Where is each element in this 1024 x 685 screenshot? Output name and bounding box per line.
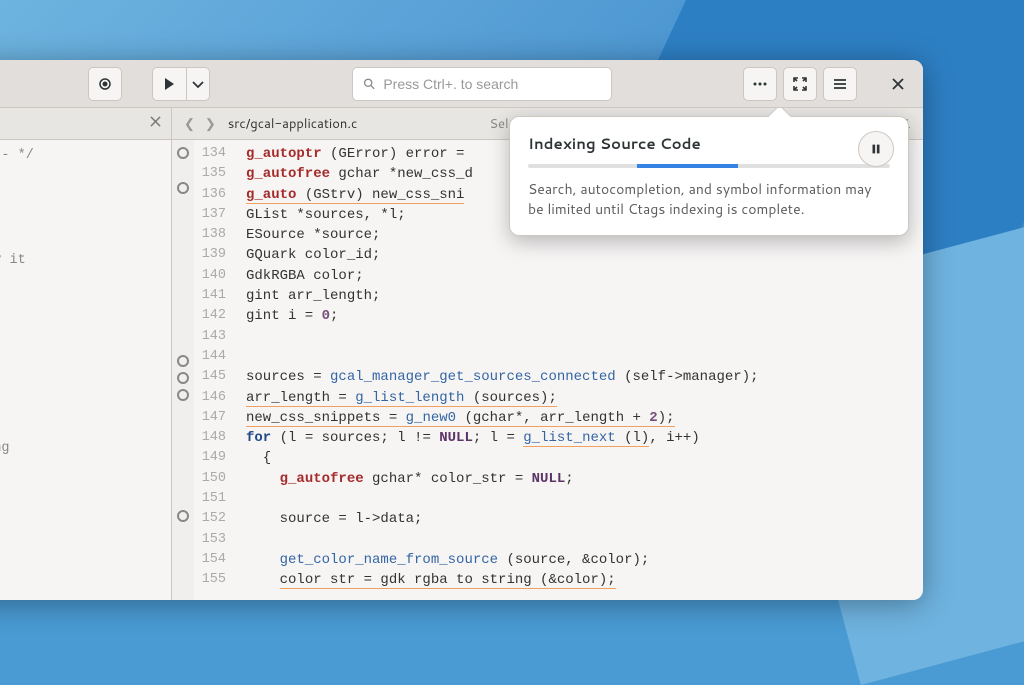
line-number: 155 [194, 570, 226, 590]
code-line[interactable]: source = l->data; [246, 509, 923, 529]
line-number: 138 [194, 225, 226, 245]
close-icon [150, 116, 161, 127]
record-icon [97, 76, 113, 92]
close-tab-button[interactable] [150, 116, 161, 132]
code-line[interactable]: for (l = sources; l != NULL; l = g_list_… [246, 428, 923, 448]
code-line[interactable]: arr_length = g_list_length (sources); [246, 388, 923, 408]
pause-indexing-button[interactable] [858, 131, 894, 167]
breakpoint-marker[interactable] [177, 355, 189, 367]
left-tab-bar: 23:1 ▾ [0, 108, 171, 140]
code-line[interactable] [246, 530, 923, 550]
code-line[interactable]: GdkRGBA color; [246, 266, 923, 286]
file-path-label[interactable]: src/gcal-application.c [228, 115, 358, 133]
line-number: 150 [194, 469, 226, 489]
breakpoint-marker[interactable] [177, 510, 189, 522]
line-number-gutter: 1341351361371381391401411421431441451461… [194, 140, 236, 600]
line-number: 145 [194, 367, 226, 387]
progress-bar [528, 164, 890, 168]
code-line[interactable]: GQuark color_id; [246, 245, 923, 265]
code-line[interactable]: { [246, 448, 923, 468]
line-number: 134 [194, 144, 226, 164]
code-line[interactable]: sources = gcal_manager_get_sources_conne… [246, 367, 923, 387]
breakpoint-gutter[interactable] [172, 140, 194, 600]
code-line[interactable]: new_css_snippets = g_new0 (gchar*, arr_l… [246, 408, 923, 428]
line-number: 142 [194, 306, 226, 326]
chevron-down-icon [190, 76, 206, 92]
overflow-menu-button[interactable] [743, 67, 777, 101]
code-line[interactable]: g_autofree gchar* color_str = NULL; [246, 469, 923, 489]
line-number: 148 [194, 428, 226, 448]
line-number: 151 [194, 489, 226, 509]
nav-back-button[interactable]: ❮ [184, 115, 195, 133]
line-number: 137 [194, 205, 226, 225]
breakpoint-marker[interactable] [177, 147, 189, 159]
breakpoint-marker[interactable] [177, 372, 189, 384]
code-line[interactable] [246, 327, 923, 347]
fullscreen-icon [792, 76, 808, 92]
popover-title: Indexing Source Code [528, 133, 890, 154]
line-number: 144 [194, 347, 226, 367]
indexing-popover: Indexing Source Code Search, autocomplet… [509, 116, 909, 236]
header-bar: e [0, 60, 923, 108]
hamburger-menu-button[interactable] [823, 67, 857, 101]
code-line[interactable]: gint arr_length; [246, 286, 923, 306]
breakpoint-marker[interactable] [177, 389, 189, 401]
close-icon [890, 76, 906, 92]
run-button[interactable] [152, 67, 186, 101]
search-icon [363, 77, 376, 91]
ide-window: e [0, 60, 923, 600]
left-code-view[interactable]: c-offset: 2 -*- */ e.org> and/or modify … [0, 140, 171, 487]
line-number: 147 [194, 408, 226, 428]
main-editor-pane: ❮ ❯ src/gcal-application.c Select Symbol… [172, 108, 923, 600]
popover-body: Search, autocompletion, and symbol infor… [528, 180, 890, 219]
fullscreen-button[interactable] [783, 67, 817, 101]
record-button[interactable] [88, 67, 122, 101]
line-number: 141 [194, 286, 226, 306]
line-number: 146 [194, 388, 226, 408]
pause-icon [869, 142, 883, 156]
close-window-button[interactable] [881, 67, 915, 101]
line-number: 152 [194, 509, 226, 529]
breakpoint-marker[interactable] [177, 182, 189, 194]
search-bar[interactable] [352, 67, 612, 101]
line-number: 139 [194, 245, 226, 265]
play-icon [161, 76, 177, 92]
code-line[interactable]: color str = gdk rgba to string (&color); [246, 570, 923, 590]
nav-forward-button[interactable]: ❯ [205, 115, 216, 133]
line-number: 140 [194, 266, 226, 286]
code-line[interactable] [246, 489, 923, 509]
line-number: 136 [194, 185, 226, 205]
line-number: 149 [194, 448, 226, 468]
line-number: 153 [194, 530, 226, 550]
search-input[interactable] [383, 76, 600, 92]
line-number: 143 [194, 327, 226, 347]
ellipsis-icon [752, 76, 768, 92]
hamburger-icon [832, 76, 848, 92]
run-button-group [152, 67, 210, 101]
content-area: 23:1 ▾ c-offset: 2 -*- */ e.org> and/or … [0, 108, 923, 600]
code-line[interactable]: gint i = 0; [246, 306, 923, 326]
code-line[interactable] [246, 347, 923, 367]
run-menu-button[interactable] [186, 67, 210, 101]
left-editor-pane: 23:1 ▾ c-offset: 2 -*- */ e.org> and/or … [0, 108, 172, 600]
line-number: 135 [194, 164, 226, 184]
